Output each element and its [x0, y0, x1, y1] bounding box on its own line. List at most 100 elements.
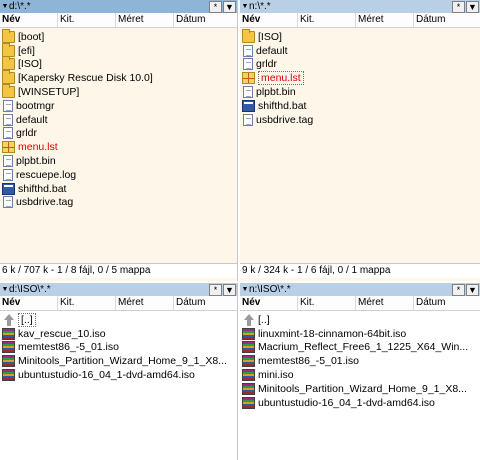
folder-row[interactable]: [efi] — [2, 42, 237, 58]
file-row[interactable]: plpbt.bin — [242, 85, 480, 99]
file-row[interactable]: menu.lst — [242, 71, 480, 86]
path-bar[interactable]: ▼ n:\ISO\*.* * ▼ — [240, 283, 480, 296]
file-row[interactable]: default — [2, 113, 237, 127]
star-button[interactable]: * — [452, 283, 465, 296]
file-name: default — [16, 113, 48, 126]
file-row[interactable]: shifthd.bat — [2, 182, 237, 196]
file-icon — [3, 196, 13, 209]
column-date-header[interactable]: Dátum — [414, 13, 480, 27]
file-row[interactable]: Minitools_Partition_Wizard_Home_9_1_X8..… — [2, 354, 237, 368]
path-bar[interactable]: ▼ d:\ISO\*.* * ▼ — [0, 283, 237, 296]
column-date-header[interactable]: Dátum — [414, 296, 480, 310]
folder-icon — [2, 56, 15, 71]
iso-file-icon — [242, 341, 255, 354]
column-ext-header[interactable]: Kit. — [58, 13, 116, 27]
file-row[interactable]: bootmgr — [2, 99, 237, 113]
history-arrow-icon[interactable]: ▼ — [1, 286, 9, 293]
file-row[interactable]: default — [242, 44, 480, 58]
file-row[interactable]: kav_rescue_10.iso — [2, 327, 237, 341]
dropdown-button[interactable]: ▼ — [466, 283, 479, 296]
column-name-header[interactable]: Név — [240, 296, 298, 310]
path-bar[interactable]: ▼ n:\*.* * ▼ — [240, 0, 480, 13]
file-row[interactable]: usbdrive.tag — [242, 113, 480, 127]
star-button[interactable]: * — [209, 283, 222, 296]
file-row[interactable]: mini.iso — [242, 368, 480, 382]
column-size-header[interactable]: Méret — [356, 296, 414, 310]
file-list: [ISO] default grldr menu.lst plpbt.bin shifth… — [242, 28, 480, 127]
file-name: grldr — [16, 127, 38, 140]
file-row[interactable]: menu.lst — [2, 140, 237, 154]
folder-row[interactable]: [Kapersky Rescue Disk 10.0] — [2, 70, 237, 85]
column-date-header[interactable]: Dátum — [174, 13, 237, 27]
history-arrow-icon[interactable]: ▼ — [1, 3, 9, 10]
column-name-header[interactable]: Név — [0, 13, 58, 27]
file-row[interactable]: linuxmint-18-cinnamon-64bit.iso — [242, 327, 480, 341]
up-folder-icon — [2, 313, 15, 326]
file-name: grldr — [256, 58, 278, 71]
column-size-header[interactable]: Méret — [116, 296, 174, 310]
file-icon — [243, 44, 253, 57]
iso-file-icon — [2, 369, 15, 382]
column-date-header[interactable]: Dátum — [174, 296, 237, 310]
column-ext-header[interactable]: Kit. — [298, 296, 356, 310]
column-size-header[interactable]: Méret — [356, 13, 414, 27]
column-header: Név Kit. Méret Dátum — [0, 296, 237, 311]
folder-row[interactable]: [boot] — [2, 28, 237, 44]
history-arrow-icon[interactable]: ▼ — [241, 286, 249, 293]
star-button[interactable]: * — [452, 0, 465, 13]
file-row[interactable]: grldr — [2, 127, 237, 141]
file-row[interactable]: memtest86_-5_01.iso — [242, 354, 480, 368]
file-icon — [3, 127, 13, 140]
file-row[interactable]: plpbt.bin — [2, 154, 237, 168]
dropdown-button[interactable]: ▼ — [223, 283, 236, 296]
star-button[interactable]: * — [209, 0, 222, 13]
file-row[interactable]: Macrium_Reflect_Free6_1_1225_X64_Win... — [242, 341, 480, 355]
file-row[interactable]: memtest86_-5_01.iso — [2, 341, 237, 355]
column-name-header[interactable]: Név — [0, 296, 58, 310]
folder-row[interactable]: [WINSETUP] — [2, 84, 237, 99]
column-ext-header[interactable]: Kit. — [58, 296, 116, 310]
iso-file-icon — [2, 355, 15, 368]
status-bar: 9 k / 324 k - 1 / 6 fájl, 0 / 1 mappa — [240, 263, 480, 278]
panel-top-right: ▼ n:\*.* * ▼ Név Kit. Méret Dátum [ISO] d… — [240, 0, 480, 281]
file-row[interactable]: shifthd.bat — [242, 99, 480, 113]
column-size-header[interactable]: Méret — [116, 13, 174, 27]
path-label: d:\ISO\*.* — [9, 284, 51, 295]
dropdown-button[interactable]: ▼ — [223, 0, 236, 13]
path-bar[interactable]: ▼ d:\*.* * ▼ — [0, 0, 237, 13]
column-header: Név Kit. Méret Dátum — [0, 13, 237, 28]
file-icon — [3, 168, 13, 181]
file-name: ubuntustudio-16_04_1-dvd-amd64.iso — [258, 396, 435, 409]
iso-file-icon — [242, 369, 255, 382]
column-ext-header[interactable]: Kit. — [298, 13, 356, 27]
folder-row[interactable]: [ISO] — [2, 56, 237, 72]
file-name: shifthd.bat — [258, 99, 307, 112]
file-name: [boot] — [18, 30, 45, 43]
file-name: menu.lst — [18, 141, 58, 154]
batch-file-icon — [242, 99, 255, 112]
panel-bottom-right: ▼ n:\ISO\*.* * ▼ Név Kit. Méret Dátum [.… — [240, 283, 480, 460]
iso-file-icon — [242, 382, 255, 395]
file-name: memtest86_-5_01.iso — [18, 341, 119, 354]
folder-row[interactable]: [ISO] — [242, 28, 480, 44]
file-name: [efi] — [18, 44, 35, 57]
iso-file-icon — [2, 341, 15, 354]
folder-row[interactable]: [..] — [2, 312, 237, 327]
grid-file-icon — [242, 72, 255, 85]
file-row[interactable]: grldr — [242, 58, 480, 72]
folder-icon — [242, 28, 255, 43]
file-row[interactable]: rescuepe.log — [2, 168, 237, 182]
dropdown-button[interactable]: ▼ — [466, 0, 479, 13]
panel-top-left: ▼ d:\*.* * ▼ Név Kit. Méret Dátum [boot]… — [0, 0, 238, 281]
file-row[interactable]: ubuntustudio-16_04_1-dvd-amd64.iso — [2, 368, 237, 382]
file-icon — [3, 113, 13, 126]
iso-file-icon — [242, 396, 255, 409]
file-row[interactable]: Minitools_Partition_Wizard_Home_9_1_X8..… — [242, 382, 480, 396]
file-icon — [3, 155, 13, 168]
history-arrow-icon[interactable]: ▼ — [241, 3, 249, 10]
column-name-header[interactable]: Név — [240, 13, 298, 27]
folder-row[interactable]: [..] — [242, 313, 480, 327]
file-row[interactable]: usbdrive.tag — [2, 196, 237, 210]
file-row[interactable]: ubuntustudio-16_04_1-dvd-amd64.iso — [242, 396, 480, 410]
grid-file-icon — [2, 141, 15, 154]
